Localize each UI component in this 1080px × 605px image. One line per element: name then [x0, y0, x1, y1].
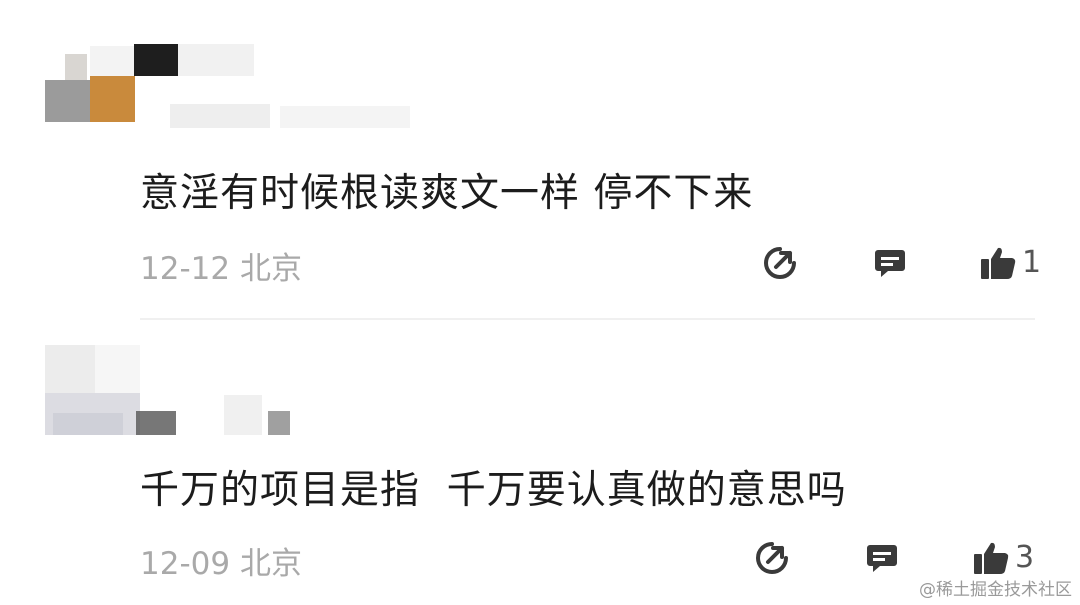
reply-button[interactable]: [862, 538, 902, 578]
user-subtitle-obscured: [170, 96, 440, 132]
username-obscured[interactable]: [136, 391, 296, 435]
comment-meta: 12-09 北京: [140, 538, 302, 583]
share-button[interactable]: [760, 243, 800, 283]
share-icon: [764, 247, 796, 279]
like-count: 1: [1022, 245, 1042, 280]
watermark: @稀土掘金技术社区: [919, 580, 1072, 600]
share-button[interactable]: [752, 538, 792, 578]
divider: [140, 318, 1035, 320]
comment-meta: 12-12 北京: [140, 243, 302, 288]
comment-location: 北京: [239, 251, 302, 287]
avatar[interactable]: [45, 345, 140, 435]
comment-bubble-icon: [867, 545, 897, 572]
username-obscured[interactable]: [134, 44, 254, 78]
comment-location: 北京: [239, 546, 302, 582]
thumbs-up-icon: [974, 542, 1009, 574]
comment-item: 意淫有时候根读爽文一样 停不下来 12-12 北京 1: [0, 0, 1080, 320]
like-button[interactable]: [978, 243, 1018, 283]
comment-date: 12-09: [140, 546, 231, 582]
comment-bubble-icon: [875, 250, 905, 277]
thumbs-up-icon: [981, 247, 1016, 279]
like-button[interactable]: [971, 538, 1011, 578]
comment-text: 意淫有时候根读爽文一样 停不下来: [140, 171, 754, 216]
avatar[interactable]: [45, 46, 135, 122]
like-count: 3: [1015, 540, 1035, 575]
reply-button[interactable]: [870, 243, 910, 283]
comment-item: 千万的项目是指 千万要认真做的意思吗 12-09 北京 3: [0, 321, 1080, 605]
share-icon: [756, 542, 788, 574]
comment-date: 12-12: [140, 251, 231, 287]
comment-text: 千万的项目是指 千万要认真做的意思吗: [140, 468, 847, 513]
